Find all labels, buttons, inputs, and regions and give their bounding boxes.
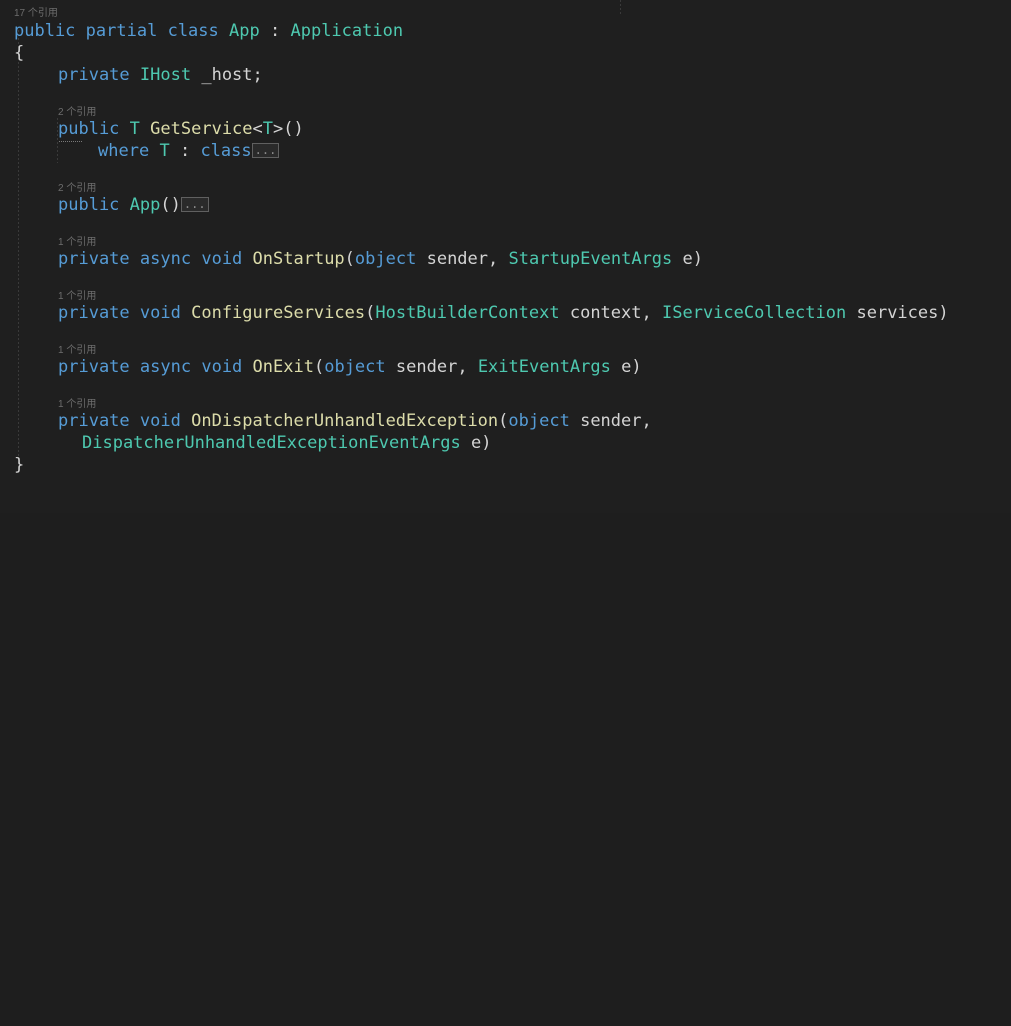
- param-comma: ,: [641, 303, 652, 323]
- param-type-object: object: [508, 411, 570, 431]
- constraint-colon: :: [179, 141, 191, 161]
- type-ihost: IHost: [139, 65, 192, 85]
- paren-open: (: [313, 357, 325, 377]
- param-name-e: e: [682, 249, 693, 269]
- paren-open: (: [344, 249, 355, 269]
- param-name-sender: sender: [395, 357, 458, 377]
- param-name-context: context: [569, 303, 642, 323]
- field-name-host: _host;: [201, 65, 263, 85]
- paren-close: ): [938, 303, 949, 323]
- keyword-void: void: [139, 411, 181, 431]
- base-type-application: Application: [290, 21, 404, 41]
- paren-open: (: [498, 411, 509, 431]
- code-line-class-declaration: public partial class App : Application: [0, 18, 403, 45]
- keyword-void: void: [201, 357, 243, 377]
- generic-open-angle: <: [252, 119, 263, 139]
- keyword-private: private: [58, 249, 130, 269]
- param-type-object: object: [354, 249, 417, 269]
- quick-action-hint-underline[interactable]: [58, 140, 82, 142]
- code-line-configure-services: private void ConfigureServices(HostBuild…: [44, 300, 949, 327]
- keyword-private: private: [58, 357, 130, 377]
- param-comma: ,: [488, 249, 499, 269]
- keyword-void: void: [201, 249, 243, 269]
- open-brace: {: [14, 43, 25, 63]
- keyword-private: private: [58, 65, 130, 85]
- param-comma: ,: [641, 411, 652, 431]
- param-type-iservice-collection: IServiceCollection: [662, 303, 847, 323]
- keyword-class: class: [167, 21, 219, 41]
- param-type-host-builder-context: HostBuilderContext: [375, 303, 560, 323]
- code-line-where-constraint: where T : class...: [84, 138, 280, 165]
- param-name-sender: sender: [580, 411, 642, 431]
- param-comma: ,: [457, 357, 468, 377]
- keyword-async: async: [139, 357, 192, 377]
- method-name-configure-services: ConfigureServices: [191, 303, 366, 323]
- keyword-public: public: [58, 195, 120, 215]
- code-line-constructor-app: public App()...: [44, 192, 209, 219]
- param-type-startup-event-args: StartupEventArgs: [508, 249, 673, 269]
- keyword-async: async: [139, 249, 192, 269]
- param-name-e: e: [470, 433, 482, 453]
- parameter-parens: (): [283, 119, 304, 139]
- param-type-exit-event-args: ExitEventArgs: [477, 357, 611, 377]
- paren-close: ): [481, 433, 492, 453]
- method-name-get-service: GetService: [150, 119, 253, 139]
- collapsed-region-get-service-body[interactable]: ...: [251, 143, 280, 158]
- close-brace: }: [14, 455, 25, 475]
- constraint-arg-t: T: [159, 141, 170, 161]
- code-editor-surface[interactable]: 17 个引用 public partial class App : Applic…: [0, 0, 1011, 513]
- keyword-private: private: [58, 411, 130, 431]
- code-line-on-exit: private async void OnExit(object sender,…: [44, 354, 642, 381]
- keyword-void: void: [139, 303, 181, 323]
- generic-close-angle: >: [273, 119, 284, 139]
- generic-arg-t: T: [262, 119, 274, 139]
- code-content: 17 个引用 public partial class App : Applic…: [0, 0, 1011, 1026]
- code-line-on-startup: private async void OnStartup(object send…: [44, 246, 703, 273]
- param-type-dispatcher-unhandled-exception-event-args: DispatcherUnhandledExceptionEventArgs: [82, 433, 461, 453]
- method-name-on-exit: OnExit: [252, 357, 314, 377]
- param-name-services: services: [856, 303, 939, 323]
- paren-close: ): [692, 249, 704, 269]
- code-line-close-brace: }: [0, 452, 24, 479]
- keyword-public: public: [14, 21, 76, 41]
- keyword-partial: partial: [85, 21, 158, 41]
- method-name-on-dispatcher-unhandled-exception: OnDispatcherUnhandledException: [191, 411, 499, 431]
- code-line-open-brace: {: [0, 40, 24, 67]
- keyword-private: private: [58, 303, 130, 323]
- code-line-field-host: private IHost _host;: [44, 62, 263, 89]
- constructor-parens: (): [160, 195, 181, 215]
- param-name-e: e: [621, 357, 632, 377]
- keyword-public: public: [58, 119, 120, 139]
- param-type-object: object: [324, 357, 386, 377]
- method-name-on-startup: OnStartup: [252, 249, 345, 269]
- paren-close: ): [631, 357, 642, 377]
- constructor-name-app: App: [129, 195, 161, 215]
- return-type-t: T: [129, 119, 140, 139]
- colon-separator: :: [269, 21, 281, 41]
- keyword-where: where: [98, 141, 150, 161]
- param-name-sender: sender: [426, 249, 489, 269]
- keyword-class-constraint: class: [200, 141, 252, 161]
- paren-open: (: [365, 303, 376, 323]
- code-line-on-dispatcher-continuation: DispatcherUnhandledExceptionEventArgs e): [68, 430, 491, 457]
- type-name-app: App: [229, 21, 260, 41]
- collapsed-region-constructor-body[interactable]: ...: [180, 197, 209, 212]
